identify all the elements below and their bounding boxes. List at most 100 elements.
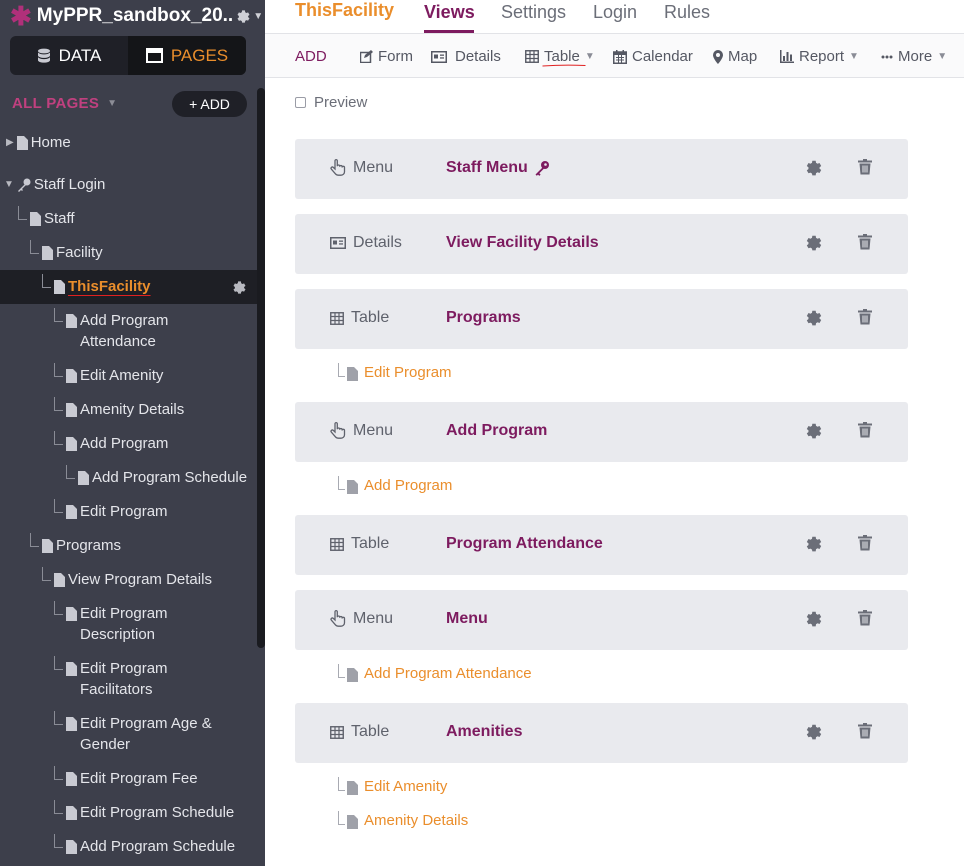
tree-item-add-program-schedule-2[interactable]: Add Program Schedule bbox=[54, 834, 235, 860]
bar-chart-icon bbox=[780, 50, 794, 63]
view-row-add-program[interactable]: Menu Add Program bbox=[295, 402, 908, 462]
pointer-hand-icon bbox=[330, 610, 346, 628]
child-page-link-add-program-attendance[interactable]: Add Program Attendance bbox=[338, 664, 532, 686]
view-row-programs[interactable]: Table Programs bbox=[295, 289, 908, 349]
tab-views[interactable]: Views bbox=[424, 2, 475, 23]
view-settings-gear-icon[interactable] bbox=[805, 422, 823, 440]
table-view-button[interactable]: Table ▼ bbox=[525, 48, 595, 65]
view-row-menu[interactable]: Menu Menu bbox=[295, 590, 908, 650]
details-view-label: Details bbox=[455, 48, 501, 65]
view-name[interactable]: Programs bbox=[446, 309, 521, 327]
tree-item-view-program-details[interactable]: View Program Details bbox=[42, 567, 212, 593]
delete-trash-icon[interactable] bbox=[858, 159, 872, 175]
all-pages-dropdown[interactable]: ALL PAGES ▼ bbox=[12, 95, 117, 112]
view-name[interactable]: Menu bbox=[446, 610, 488, 628]
tree-item-label: Add Program Schedule bbox=[92, 469, 248, 486]
tree-item-add-program[interactable]: Add Program bbox=[54, 431, 168, 457]
tree-connector bbox=[42, 567, 51, 581]
view-row-amenities[interactable]: Table Amenities bbox=[295, 703, 908, 763]
tree-item-label: ThisFacility bbox=[68, 278, 151, 295]
page-icon bbox=[66, 805, 77, 826]
tree-item-add-program-schedule[interactable]: Add Program Schedule bbox=[66, 465, 248, 491]
page-icon bbox=[66, 436, 77, 457]
tab-rules[interactable]: Rules bbox=[664, 2, 710, 23]
view-row-program-attendance[interactable]: Table Program Attendance bbox=[295, 515, 908, 575]
form-view-button[interactable]: Form bbox=[360, 48, 413, 65]
tree-item-home[interactable]: ▶ Home bbox=[6, 132, 71, 156]
view-settings-gear-icon[interactable] bbox=[805, 723, 823, 741]
preview-toggle[interactable]: Preview bbox=[295, 94, 367, 111]
table-grid-icon bbox=[330, 537, 344, 551]
page-icon bbox=[347, 668, 358, 686]
tree-item-thisfacility[interactable]: ThisFacility bbox=[42, 274, 151, 300]
child-page-link-edit-program[interactable]: Edit Program bbox=[338, 363, 452, 385]
calendar-view-label: Calendar bbox=[632, 48, 693, 65]
more-views-button[interactable]: More ▼ bbox=[881, 48, 947, 65]
calendar-view-button[interactable]: Calendar bbox=[613, 48, 693, 65]
app-title[interactable]: ✱ MyPPR_sandbox_20.. ▼ bbox=[10, 3, 263, 29]
tree-item-programs[interactable]: Programs bbox=[30, 533, 121, 559]
view-name[interactable]: Amenities bbox=[446, 723, 522, 741]
tree-item-edit-program[interactable]: Edit Program bbox=[54, 499, 168, 525]
pages-tab-button[interactable]: PAGES bbox=[128, 36, 246, 75]
add-page-button[interactable]: + ADD bbox=[172, 91, 247, 117]
details-view-button[interactable]: Details bbox=[431, 48, 501, 65]
tab-settings[interactable]: Settings bbox=[501, 2, 566, 23]
delete-trash-icon[interactable] bbox=[858, 422, 872, 438]
delete-trash-icon[interactable] bbox=[858, 723, 872, 739]
view-type: Menu bbox=[330, 159, 393, 177]
tree-item-label: Edit Program Fee bbox=[80, 770, 198, 787]
view-name[interactable]: Add Program bbox=[446, 422, 547, 440]
sidebar-scrollbar[interactable] bbox=[257, 88, 265, 648]
collapse-arrow-icon: ▼ bbox=[4, 179, 14, 190]
page-icon bbox=[66, 313, 77, 334]
view-name[interactable]: Staff Menu bbox=[446, 159, 550, 177]
tree-item-facility[interactable]: Facility bbox=[30, 240, 103, 266]
view-row-staff-menu[interactable]: Menu Staff Menu bbox=[295, 139, 908, 199]
view-name[interactable]: Program Attendance bbox=[446, 535, 603, 553]
tree-item-label: Edit Program bbox=[80, 503, 168, 520]
delete-trash-icon[interactable] bbox=[858, 535, 872, 551]
form-view-label: Form bbox=[378, 48, 413, 65]
delete-trash-icon[interactable] bbox=[858, 309, 872, 325]
tree-item-edit-program-schedule[interactable]: Edit Program Schedule bbox=[54, 800, 234, 826]
page-settings-gear-icon[interactable] bbox=[232, 280, 247, 299]
tab-login[interactable]: Login bbox=[593, 2, 637, 23]
tree-item-edit-program-fee[interactable]: Edit Program Fee bbox=[54, 766, 198, 792]
tree-item-edit-amenity[interactable]: Edit Amenity bbox=[54, 363, 164, 389]
child-page-link-amenity-details[interactable]: Amenity Details bbox=[338, 811, 468, 833]
delete-trash-icon[interactable] bbox=[858, 610, 872, 626]
view-type-label: Menu bbox=[353, 610, 394, 627]
child-page-link-add-program[interactable]: Add Program bbox=[338, 476, 453, 498]
app-settings-gear-icon[interactable]: ▼ bbox=[236, 9, 263, 24]
data-tab-button[interactable]: DATA bbox=[10, 36, 128, 75]
view-name[interactable]: View Facility Details bbox=[446, 234, 599, 252]
child-page-link-edit-amenity[interactable]: Edit Amenity bbox=[338, 777, 447, 799]
tree-item-edit-program-description[interactable]: Edit Program Description bbox=[54, 601, 168, 645]
view-settings-gear-icon[interactable] bbox=[805, 309, 823, 327]
page-icon bbox=[347, 781, 358, 799]
tree-item-amenity-details[interactable]: Amenity Details bbox=[54, 397, 184, 423]
page-icon bbox=[66, 402, 77, 423]
chevron-down-icon: ▼ bbox=[849, 51, 859, 62]
preview-label: Preview bbox=[314, 94, 368, 111]
delete-trash-icon[interactable] bbox=[858, 234, 872, 250]
tree-connector bbox=[338, 476, 345, 490]
view-settings-gear-icon[interactable] bbox=[805, 159, 823, 177]
view-settings-gear-icon[interactable] bbox=[805, 535, 823, 553]
tree-item-staff-login[interactable]: ▼ Staff Login bbox=[4, 174, 105, 198]
tree-item-staff[interactable]: Staff bbox=[18, 206, 75, 232]
tree-item-label: Edit Amenity bbox=[80, 367, 164, 384]
map-view-button[interactable]: Map bbox=[713, 48, 757, 65]
view-settings-gear-icon[interactable] bbox=[805, 610, 823, 628]
view-row-view-facility-details[interactable]: Details View Facility Details bbox=[295, 214, 908, 274]
tree-item-edit-program-facilitators[interactable]: Edit Program Facilitators bbox=[54, 656, 168, 700]
view-settings-gear-icon[interactable] bbox=[805, 234, 823, 252]
report-view-button[interactable]: Report ▼ bbox=[780, 48, 859, 65]
preview-checkbox[interactable] bbox=[295, 97, 306, 108]
tree-item-edit-program-age-gender[interactable]: Edit Program Age & Gender bbox=[54, 711, 212, 755]
child-page-label: Add Program bbox=[364, 477, 453, 494]
page-icon bbox=[66, 771, 77, 792]
tree-item-add-program-attendance[interactable]: Add Program Attendance bbox=[54, 308, 168, 352]
view-name-label: Staff Menu bbox=[446, 159, 528, 176]
